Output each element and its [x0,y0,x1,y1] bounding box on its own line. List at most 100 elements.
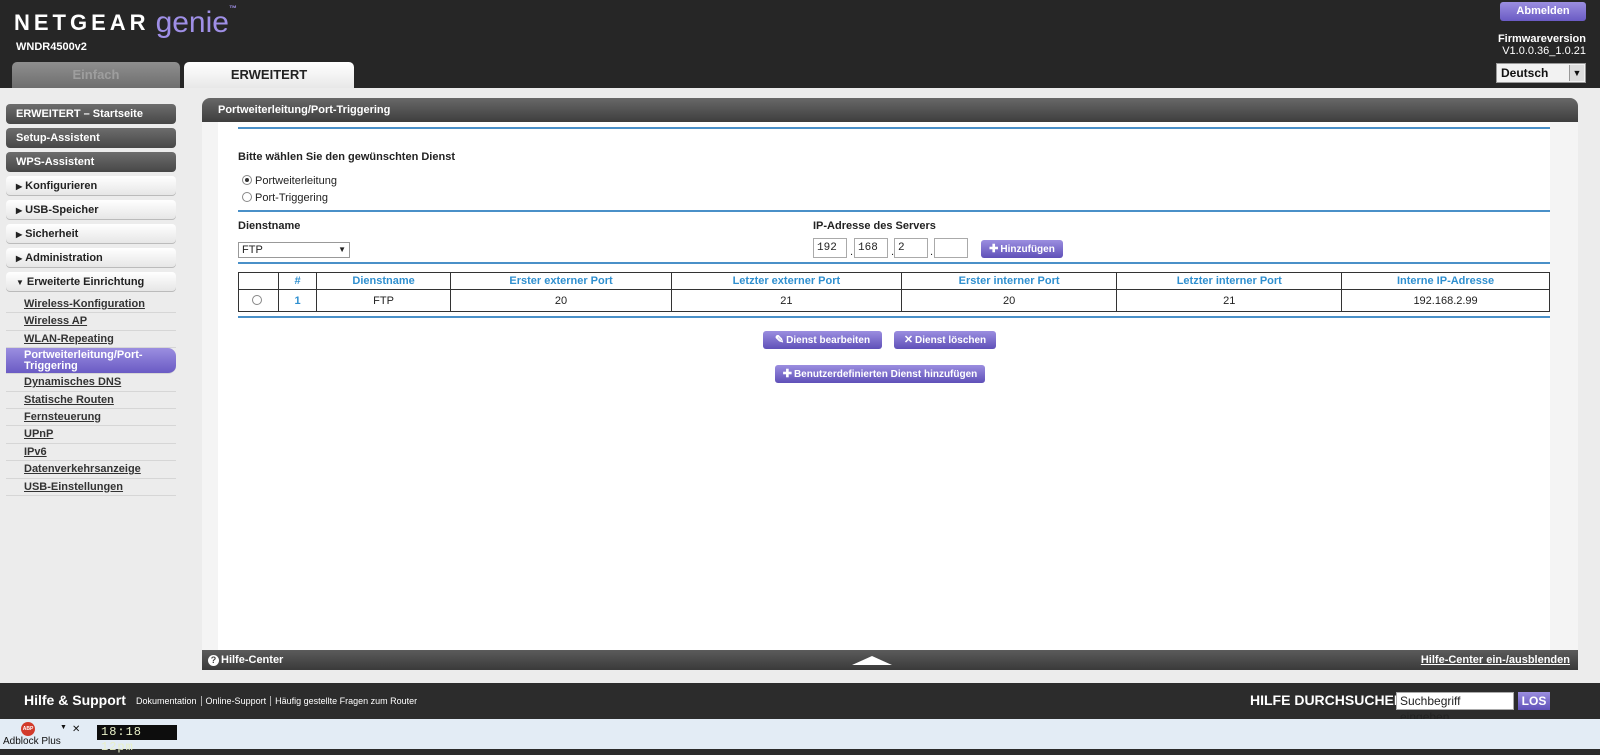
help-center-label[interactable]: Hilfe-Center [221,654,283,666]
triangle-right-icon: ▶ [16,254,23,263]
help-center-toggle-link[interactable]: Hilfe-Center ein-/ausblenden [1421,650,1570,670]
delete-service-label: Dienst löschen [915,335,987,346]
table-row[interactable]: 1 FTP 20 21 20 21 192.168.2.99 [238,289,1550,312]
radio-button[interactable] [242,192,252,202]
page-title: Portweiterleitung/Port-Triggering [202,98,1578,122]
service-name-label: Dienstname [238,220,301,232]
sidebar-item-wps-wizard[interactable]: WPS-Assistent [6,152,176,172]
adblock-label[interactable]: Adblock Plus [3,736,61,747]
logout-button[interactable]: Abmelden [1500,2,1586,21]
netgear-genie-logo: NETGEAR genie™ [14,4,237,39]
sidebar-item-wireless-config[interactable]: Wireless-Konfiguration [6,296,176,314]
add-button[interactable]: ✚ Hinzufügen [981,240,1063,258]
sidebar-section-configure[interactable]: ▶ Konfigurieren [6,176,176,196]
divider [238,262,1550,264]
help-icon: ? [208,655,219,666]
sidebar-item-upnp[interactable]: UPnP [6,426,176,444]
server-ip-label: IP-Adresse des Servers [813,220,936,232]
ip-octet-3-input[interactable]: 2 [894,238,928,258]
divider [238,127,1550,129]
adblock-icon[interactable]: ABP [21,722,35,736]
faq-link[interactable]: Häufig gestellte Fragen zum Router [271,696,421,706]
plus-icon: ✚ [782,368,792,380]
close-icon[interactable]: ✕ [72,724,80,735]
sidebar-item-wireless-ap[interactable]: Wireless AP [6,313,176,331]
sidebar-item-ipv6[interactable]: IPv6 [6,444,176,462]
ip-octet-1-input[interactable]: 192 [813,238,847,258]
edit-service-button[interactable]: ✎ Dienst bearbeiten [763,331,882,349]
header: NETGEAR genie™ WNDR4500v2 Einfach ERWEITE… [0,0,1600,88]
sidebar-item-home[interactable]: ERWEITERT – Startseite [6,104,176,124]
help-support-links: Dokumentation Online-Support Häufig gestel… [132,696,421,706]
chevron-down-icon[interactable]: ▼ [1569,65,1584,81]
column-header-first-internal-port: Erster interner Port [900,272,1118,290]
triangle-down-icon: ▼ [16,278,24,287]
sidebar-section-label: Konfigurieren [25,180,98,192]
radio-button-selected[interactable] [242,175,252,185]
service-name-select[interactable]: FTP ▼ [238,242,350,258]
radio-label: Portweiterleitung [255,175,337,187]
column-header-select [238,272,279,290]
column-header-last-internal-port: Letzter interner Port [1116,272,1343,290]
sidebar-section-label: Erweiterte Einrichtung [26,276,145,288]
content-panel: Portweiterleitung/Port-Triggering Bitte … [202,98,1578,670]
sidebar-item-static-routes[interactable]: Statische Routen [6,392,176,409]
online-support-link[interactable]: Online-Support [201,696,272,706]
chevron-down-icon: ▼ [338,245,346,254]
help-search-input[interactable]: Suchbegriff eingeben [1396,692,1514,724]
row-service-name: FTP [315,289,452,312]
row-last-internal-port: 21 [1116,289,1343,312]
sidebar-item-wlan-repeating[interactable]: WLAN-Repeating [6,331,176,349]
sidebar-item-port-forwarding[interactable]: Portweiterleitung/Port-Triggering [6,348,176,375]
radio-port-triggering[interactable]: Port-Triggering [242,192,328,204]
ip-dot: . [850,246,854,258]
edit-service-label: Dienst bearbeiten [786,335,871,346]
triangle-right-icon: ▶ [16,206,23,215]
help-support-title: Hilfe & Support [24,692,126,708]
sidebar-item-usb-settings[interactable]: USB-Einstellungen [6,479,176,496]
sidebar-section-label: USB-Speicher [25,204,99,216]
service-name-value: FTP [242,244,263,256]
sidebar-section-usb-storage[interactable]: ▶ USB-Speicher [6,200,176,220]
column-header-service-name: Dienstname [315,272,452,290]
row-select-cell[interactable] [238,289,279,312]
sidebar-item-dynamic-dns[interactable]: Dynamisches DNS [6,374,176,392]
tab-einfach[interactable]: Einfach [12,62,180,88]
ip-octet-2-input[interactable]: 168 [854,238,888,258]
add-custom-service-button[interactable]: ✚ Benutzerdefinierten Dienst hinzufügen [775,365,985,383]
language-select[interactable]: Deutsch ▼ [1496,63,1586,83]
pencil-icon: ✎ [774,334,785,346]
browser-status-bar: ABP Adblock Plus ▼ ✕ 18:18 12pm [0,719,1600,754]
sidebar-section-label: Administration [25,252,103,264]
help-center-bar: ? Hilfe-Center Hilfe-Center ein-/ausblend… [202,650,1578,670]
brand-name: NETGEAR [14,10,150,35]
sidebar-item-setup-wizard[interactable]: Setup-Assistent [6,128,176,148]
sidebar-subnav: Wireless-Konfiguration Wireless AP WLAN-… [6,296,176,496]
tab-erweitert[interactable]: ERWEITERT [184,62,354,88]
chevron-down-icon[interactable]: ▼ [60,724,67,731]
radio-port-forwarding[interactable]: Portweiterleitung [242,175,337,187]
ip-octet-4-input[interactable] [934,238,968,258]
help-support-bar: Hilfe & Support Dokumentation Online-Supp… [10,683,1580,724]
panel-body: Bitte wählen Sie den gewünschten Dienst … [218,122,1550,650]
documentation-link[interactable]: Dokumentation [132,696,202,706]
row-first-internal-port: 20 [900,289,1118,312]
triangle-right-icon: ▶ [16,230,23,239]
sidebar-section-security[interactable]: ▶ Sicherheit [6,224,176,244]
expand-arrow-icon[interactable] [852,656,892,665]
firmware-label: Firmwareversion [1497,33,1586,45]
sidebar-section-advanced-setup[interactable]: ▼ Erweiterte Einrichtung [6,272,176,292]
service-table: # Dienstname Erster externer Port Letzte… [238,272,1550,312]
delete-service-button[interactable]: ✕ Dienst löschen [894,331,996,349]
row-radio-button[interactable] [252,294,262,305]
radio-label: Port-Triggering [255,192,328,204]
sidebar: ERWEITERT – Startseite Setup-Assistent W… [6,104,176,496]
sidebar-item-traffic-meter[interactable]: Datenverkehrsanzeige [6,461,176,479]
divider [238,210,1550,212]
sidebar-section-administration[interactable]: ▶ Administration [6,248,176,268]
sidebar-section-label: Sicherheit [25,228,79,240]
row-number: 1 [278,289,317,312]
sidebar-item-remote-management[interactable]: Fernsteuerung [6,409,176,427]
help-search-button[interactable]: LOS [1518,692,1550,710]
column-header-internal-ip: Interne IP-Adresse [1341,272,1550,290]
